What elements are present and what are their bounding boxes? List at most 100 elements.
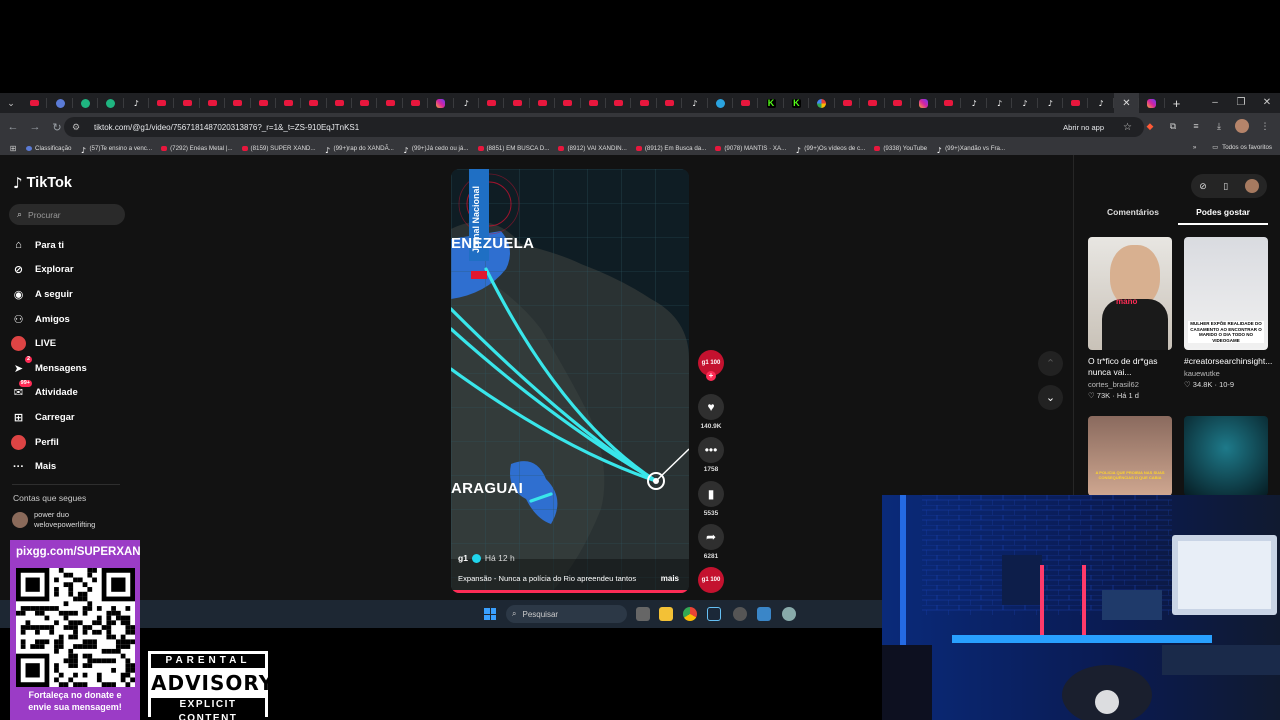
follow-plus-icon[interactable]: +	[706, 371, 716, 381]
browser-tab[interactable]	[657, 93, 683, 113]
browser-tab[interactable]: ♪	[454, 93, 480, 113]
browser-tab[interactable]	[47, 93, 74, 113]
taskbar-search[interactable]: ⌕ Pesquisar	[506, 605, 627, 623]
obs-icon[interactable]	[733, 607, 747, 621]
sound-disc-button[interactable]: g1 100	[697, 567, 725, 593]
sidebar-item-amigos[interactable]: ⚇ Amigos	[11, 307, 87, 332]
browser-tab[interactable]: ♪	[961, 93, 988, 113]
browser-tab[interactable]	[479, 93, 505, 113]
browser-tab[interactable]	[504, 93, 531, 113]
browser-tab[interactable]: ♪	[1038, 93, 1064, 113]
browser-tab[interactable]	[530, 93, 556, 113]
tab-comments[interactable]: Comentários	[1088, 207, 1178, 225]
video-player[interactable]: Jornal Nacional ENEZUELA ARAGUAI g1 Há 1…	[451, 169, 689, 593]
chevron-down-icon[interactable]: ⌄	[1038, 385, 1063, 410]
save-button[interactable]: ▮ 5535	[697, 481, 725, 517]
browser-tab[interactable]	[555, 93, 581, 113]
recommended-card[interactable]: A POLICIA QUE PROIBIA NAS SUAS CONSEQUÊN…	[1088, 416, 1172, 496]
browser-tab[interactable]	[428, 93, 455, 113]
browser-tab[interactable]	[403, 93, 429, 113]
browser-tab[interactable]	[1063, 93, 1089, 113]
recommended-card[interactable]: mano O tr*fico de dr*gas nunca vai... co…	[1088, 237, 1172, 400]
browser-tab[interactable]	[200, 93, 226, 113]
browser-tab[interactable]	[835, 93, 861, 113]
profile-avatar[interactable]	[1235, 119, 1249, 133]
sidebar-item-mensagens[interactable]: ➤ 2 Mensagens	[11, 355, 87, 381]
browser-tab[interactable]	[352, 93, 378, 113]
all-favorites-button[interactable]: » ▭ Todos os favoritos	[1193, 144, 1272, 151]
steam-icon[interactable]	[707, 607, 721, 621]
browser-tab[interactable]	[809, 93, 835, 113]
back-icon[interactable]: ←	[2, 121, 24, 133]
device-icon[interactable]: ▯	[1223, 181, 1228, 192]
browser-tab[interactable]: ♪	[987, 93, 1013, 113]
bookmark-item[interactable]: (9078) MANTIS · XA...	[715, 145, 786, 152]
video-author[interactable]: g1 Há 12 h	[458, 553, 515, 563]
bookmark-item[interactable]: (7292) Enéas Metal |...	[161, 145, 233, 152]
url-text[interactable]: tiktok.com/@g1/video/7567181487020313876…	[94, 123, 359, 132]
user-avatar[interactable]	[1244, 179, 1259, 193]
browser-tab[interactable]	[276, 93, 302, 113]
sidebar-item-mais[interactable]: ··· Mais	[11, 454, 87, 479]
comment-button[interactable]: ••• 1758	[697, 437, 725, 473]
browser-tab[interactable]	[733, 93, 759, 113]
bookmark-item[interactable]: Classificação	[26, 145, 71, 152]
browser-tab[interactable]: ♪	[682, 93, 708, 113]
browser-tab[interactable]	[327, 93, 353, 113]
browser-tab[interactable]: ♪	[124, 93, 150, 113]
extensions-puzzle-icon[interactable]: ⧉	[1166, 119, 1180, 133]
browser-tab[interactable]	[708, 93, 734, 113]
browser-tab[interactable]	[581, 93, 607, 113]
tiktok-logo[interactable]: ♪ TikTok	[13, 174, 72, 192]
browser-tab[interactable]	[301, 93, 328, 113]
sidebar-item-a-seguir[interactable]: ◉ A seguir	[11, 282, 87, 307]
bookmark-item[interactable]: (8159) SUPER XAND...	[241, 145, 316, 152]
browser-tab-active[interactable]: ✕	[1113, 93, 1140, 113]
sidebar-item-explorar[interactable]: ⊘ Explorar	[11, 258, 87, 283]
browser-tab[interactable]	[377, 93, 404, 113]
sidebar-item-live[interactable]: LIVE	[11, 331, 87, 356]
bookmark-star-icon[interactable]: ☆	[1123, 122, 1132, 133]
tab-search-icon[interactable]: ⌄	[0, 93, 22, 113]
chevron-up-icon[interactable]: ⌃	[1038, 351, 1063, 376]
recommended-card[interactable]: MULHER EXPÕE REALIDADE DO CASAMENTO AO E…	[1184, 237, 1272, 389]
browser-tab[interactable]	[149, 93, 175, 113]
bookmark-item[interactable]: (8912) VAI XANDIN...	[558, 145, 627, 152]
browser-tab[interactable]	[860, 93, 886, 113]
extension-icon[interactable]: ◆	[1143, 119, 1157, 133]
browser-tab[interactable]	[22, 93, 48, 113]
browser-tab[interactable]: K	[758, 93, 785, 113]
sidebar-item-perfil[interactable]: Perfil	[11, 430, 87, 455]
bookmark-item[interactable]: ♪ (99+)rap do XANDÃ...	[325, 145, 394, 155]
file-explorer-icon[interactable]	[659, 607, 673, 621]
media-control-icon[interactable]: ≡	[1189, 119, 1203, 133]
browser-tab[interactable]: ♪	[1012, 93, 1039, 113]
browser-tab[interactable]	[606, 93, 632, 113]
chrome-icon[interactable]	[683, 607, 697, 621]
site-info-icon[interactable]: ⚙	[72, 122, 84, 133]
sidebar-item-atividade[interactable]: ✉ 99+ Atividade	[11, 380, 87, 406]
share-button[interactable]: ➦ 6281	[697, 524, 725, 560]
recommended-card[interactable]	[1184, 416, 1268, 496]
bookmark-item[interactable]: (9338) YouTube	[874, 145, 927, 152]
browser-tab[interactable]	[225, 93, 251, 113]
bookmark-item[interactable]: (8851) EM BUSCA D...	[477, 145, 549, 152]
compass-icon[interactable]: ⊘	[1199, 181, 1207, 192]
browser-tab[interactable]	[251, 93, 277, 113]
open-in-app-button[interactable]: Abrir no app	[1063, 122, 1104, 132]
apps-icon[interactable]: ⊞	[0, 144, 26, 153]
browser-tab[interactable]	[1139, 93, 1165, 113]
minimize-icon[interactable]: –	[1202, 93, 1228, 113]
browser-tab[interactable]: ♪	[1088, 93, 1115, 113]
sidebar-item-carregar[interactable]: ⊞ Carregar	[11, 405, 87, 430]
forward-icon[interactable]: →	[24, 121, 46, 133]
tab-you-may-like[interactable]: Podes gostar	[1178, 207, 1268, 225]
download-icon[interactable]: ⤓	[1212, 119, 1226, 133]
address-bar[interactable]: ⚙ tiktok.com/@g1/video/75671814870203138…	[64, 117, 1144, 137]
browser-tab[interactable]	[73, 93, 99, 113]
bookmark-item[interactable]: (8912) Em Busca da...	[635, 145, 706, 152]
browser-tab[interactable]	[936, 93, 962, 113]
windows-start-icon[interactable]	[484, 608, 496, 620]
bookmark-item[interactable]: ♪ (99+)Xandão vs Fra...	[936, 145, 1006, 155]
browser-tab[interactable]	[174, 93, 201, 113]
